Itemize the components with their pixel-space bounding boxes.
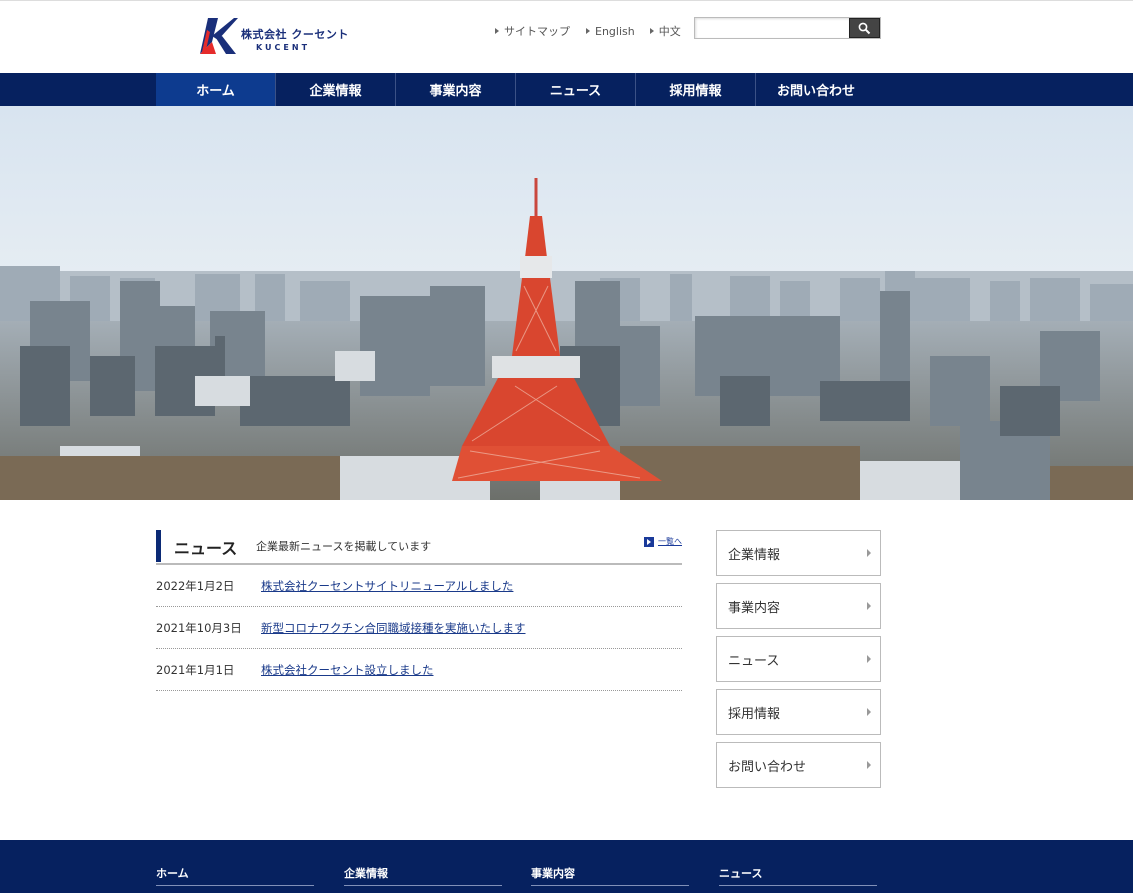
search-box — [694, 17, 881, 39]
chinese-label: 中文 — [658, 25, 681, 38]
side-item-label: 企業情報 — [728, 547, 781, 563]
nav-company[interactable]: 企業情報 — [276, 73, 396, 106]
side-item-recruit[interactable]: 採用情報 — [716, 689, 881, 735]
logo-subtitle: KUCENT — [256, 43, 311, 52]
sitemap-link[interactable]: サイトマップ — [495, 23, 570, 39]
nav-business[interactable]: 事業内容 — [396, 73, 516, 106]
arrow-right-box-icon — [644, 536, 654, 547]
search-button[interactable] — [849, 18, 880, 38]
nav-recruit[interactable]: 採用情報 — [636, 73, 756, 106]
news-link[interactable]: 株式会社クーセントサイトリニューアルしました — [261, 578, 513, 594]
news-date: 2021年1月1日 — [156, 662, 235, 677]
english-link[interactable]: English — [586, 23, 635, 39]
chevron-right-icon — [867, 549, 871, 557]
chevron-right-icon — [867, 761, 871, 769]
chevron-right-icon — [867, 708, 871, 716]
news-link[interactable]: 新型コロナワクチン合同職域接種を実施いたします — [261, 620, 526, 636]
global-nav: ホーム 企業情報 事業内容 ニュース 採用情報 お問い合わせ — [0, 73, 1133, 106]
arrow-right-icon — [649, 28, 654, 34]
logo-k-icon — [200, 18, 238, 54]
news-item: 2021年10月3日 新型コロナワクチン合同職域接種を実施いたします — [156, 607, 682, 649]
news-section: ニュース 企業最新ニュースを掲載しています 一覧へ 2022年1月2日 株式会社… — [156, 530, 682, 691]
chinese-link[interactable]: 中文 — [649, 23, 681, 39]
news-title-accent — [156, 530, 161, 562]
site-header: 株式会社 クーセント KUCENT サイトマップ English 中文 — [0, 0, 1133, 73]
news-item: 2022年1月2日 株式会社クーセントサイトリニューアルしました — [156, 565, 682, 607]
footer-link-business[interactable]: 事業内容 — [531, 865, 689, 886]
side-item-label: ニュース — [728, 653, 780, 669]
site-footer: ホーム 企業情報 事業内容 ニュース — [0, 840, 1133, 893]
nav-contact[interactable]: お問い合わせ — [756, 73, 876, 106]
search-icon — [858, 22, 871, 34]
news-list-label: 一覧へ — [658, 537, 682, 546]
side-item-label: 採用情報 — [728, 706, 781, 722]
news-header: ニュース 企業最新ニュースを掲載しています 一覧へ — [156, 530, 682, 565]
news-description: 企業最新ニュースを掲載しています — [256, 540, 432, 553]
nav-news[interactable]: ニュース — [516, 73, 636, 106]
english-label: English — [595, 24, 635, 38]
news-link[interactable]: 株式会社クーセント設立しました — [261, 662, 434, 678]
side-item-contact[interactable]: お問い合わせ — [716, 742, 881, 788]
news-item: 2021年1月1日 株式会社クーセント設立しました — [156, 649, 682, 691]
tokyo-tower-skyline-image — [0, 106, 1133, 500]
news-date: 2022年1月2日 — [156, 578, 235, 593]
chevron-right-icon — [867, 602, 871, 610]
utility-links: サイトマップ English 中文 — [495, 23, 697, 39]
search-input[interactable] — [695, 18, 849, 38]
logo-name: 株式会社 クーセント — [241, 28, 349, 41]
news-list-link[interactable]: 一覧へ — [644, 536, 682, 547]
sitemap-label: サイトマップ — [504, 25, 570, 38]
arrow-right-icon — [586, 28, 590, 34]
footer-link-company[interactable]: 企業情報 — [344, 865, 502, 886]
nav-home[interactable]: ホーム — [156, 73, 276, 106]
side-item-company[interactable]: 企業情報 — [716, 530, 881, 576]
side-item-label: 事業内容 — [728, 600, 781, 616]
side-menu: 企業情報 事業内容 ニュース 採用情報 お問い合わせ — [716, 530, 881, 795]
hero-image — [0, 106, 1133, 500]
news-title: ニュース — [174, 539, 238, 558]
arrow-right-icon — [495, 28, 499, 34]
company-logo[interactable]: 株式会社 クーセント KUCENT — [198, 14, 348, 58]
chevron-right-icon — [867, 655, 871, 663]
side-item-label: お問い合わせ — [728, 759, 807, 775]
footer-link-home[interactable]: ホーム — [156, 865, 314, 886]
news-date: 2021年10月3日 — [156, 620, 242, 635]
footer-link-news[interactable]: ニュース — [719, 865, 877, 886]
side-item-news[interactable]: ニュース — [716, 636, 881, 682]
side-item-business[interactable]: 事業内容 — [716, 583, 881, 629]
